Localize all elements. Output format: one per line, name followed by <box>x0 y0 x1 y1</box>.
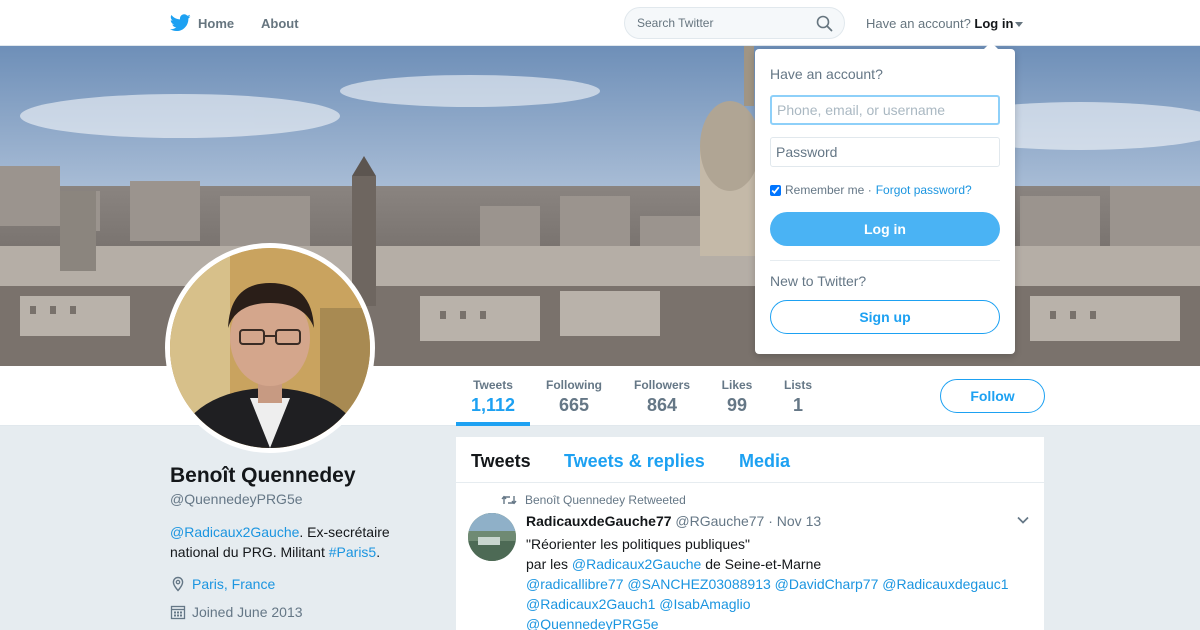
stat-value: 864 <box>646 395 678 415</box>
location-pin-icon <box>172 576 184 592</box>
bio-hashtag-link[interactable]: #Paris5 <box>329 544 376 560</box>
stat-followers[interactable]: Followers 864 <box>624 366 700 426</box>
nav-home-label: Home <box>198 15 235 31</box>
remember-me-checkbox[interactable] <box>770 184 781 196</box>
signup-button[interactable]: Sign up <box>770 300 1000 334</box>
tweet-line-2: par les @Radicaux2Gauche de Seine-et-Mar… <box>526 554 1026 574</box>
login-button[interactable]: Log in <box>770 212 1000 246</box>
search-icon[interactable] <box>816 15 833 32</box>
joined-date: Joined June 2013 <box>192 604 303 620</box>
profile-handle: @QuennedeyPRG5e <box>170 491 303 507</box>
forgot-password-link[interactable]: Forgot password? <box>876 183 972 197</box>
tweet-mention-link[interactable]: @Radicaux2Gauche <box>572 556 701 572</box>
tweet-mentions-2[interactable]: @Radicaux2Gauch1 @IsabAmaglio <box>526 594 1026 614</box>
username-field[interactable] <box>770 95 1000 125</box>
nav-home-link[interactable]: Home <box>170 12 234 34</box>
profile-name: Benoît Quennedey <box>170 464 356 487</box>
tweet-avatar[interactable] <box>468 513 516 561</box>
new-to-twitter-label: New to Twitter? <box>770 273 867 289</box>
stat-value: 665 <box>558 395 590 415</box>
tweet-line-1: "Réorienter les politiques publiques" <box>526 536 750 552</box>
profile-bio: @Radicaux2Gauche. Ex-secrétaire national… <box>170 522 420 562</box>
stat-value: 99 <box>726 395 748 415</box>
chevron-down-icon[interactable] <box>1016 513 1030 527</box>
login-dropdown: Have an account? Remember me · Forgot pa… <box>755 42 1015 354</box>
stat-label: Following <box>546 378 602 392</box>
stat-value: 1 <box>792 395 803 415</box>
tweet-mentions-1[interactable]: @radicallibre77 @SANCHEZ03088913 @DavidC… <box>526 574 1026 594</box>
nav-about-link[interactable]: About <box>261 16 299 31</box>
twitter-bird-icon <box>170 14 191 32</box>
dropdown-arrow <box>983 42 999 50</box>
location-link[interactable]: Paris, France <box>192 576 275 592</box>
avatar[interactable] <box>165 243 375 453</box>
calendar-icon <box>170 605 186 620</box>
dropdown-title: Have an account? <box>770 66 883 82</box>
profile-location: Paris, France <box>170 576 275 592</box>
divider <box>770 260 1000 261</box>
follow-button[interactable]: Follow <box>940 379 1045 413</box>
tab-tweets[interactable]: Tweets <box>471 451 531 472</box>
login-dropdown-toggle[interactable]: Log in <box>974 16 1024 31</box>
stat-tweets[interactable]: Tweets 1,112 <box>456 366 530 426</box>
tweet-author-name[interactable]: RadicauxdeGauche77 <box>526 513 672 529</box>
tab-media[interactable]: Media <box>739 451 790 472</box>
tweet-line-2-pre: par les <box>526 556 572 572</box>
timeline-tabs: Tweets Tweets & replies Media <box>456 437 1044 483</box>
stat-lists[interactable]: Lists 1 <box>776 366 820 426</box>
stat-label: Lists <box>783 378 812 392</box>
search-box[interactable] <box>624 7 845 39</box>
avatar-image <box>170 248 370 448</box>
stat-label: Likes <box>721 378 753 392</box>
caret-down-icon <box>1015 22 1024 28</box>
retweeted-by[interactable]: Benoît Quennedey Retweeted <box>525 493 686 507</box>
login-label: Log in <box>974 16 1014 31</box>
tab-tweets-replies[interactable]: Tweets & replies <box>564 451 705 472</box>
profile-joined: Joined June 2013 <box>170 604 303 620</box>
tweet-author-handle[interactable]: @RGauche77 <box>675 513 764 529</box>
password-field[interactable] <box>770 137 1000 167</box>
account-prompt: Have an account? Log in <box>866 16 1024 31</box>
tweet-header: RadicauxdeGauche77 @RGauche77 · Nov 13 <box>526 513 821 529</box>
tweet-date[interactable]: · Nov 13 <box>768 513 821 529</box>
stat-label: Followers <box>633 378 690 392</box>
retweet-context: Benoît Quennedey Retweeted <box>501 493 686 507</box>
stat-following[interactable]: Following 665 <box>536 366 612 426</box>
remember-me-label[interactable]: Remember me · <box>785 183 872 197</box>
have-account-label: Have an account? <box>866 16 971 31</box>
tweet-text: "Réorienter les politiques publiques" pa… <box>526 534 1026 630</box>
stat-value: 1,112 <box>470 395 516 415</box>
tweet-avatar-image <box>468 513 516 561</box>
remember-row: Remember me · Forgot password? <box>770 183 972 197</box>
timeline: Tweets Tweets & replies Media Benoît Que… <box>456 437 1044 630</box>
top-navigation: Home About Have an account? Log in <box>0 0 1200 46</box>
retweet-icon <box>501 495 517 505</box>
stat-label: Tweets <box>473 378 513 392</box>
search-input[interactable] <box>625 8 805 38</box>
bio-end: . <box>376 544 381 560</box>
bio-mention-link[interactable]: @Radicaux2Gauche <box>170 524 299 540</box>
stat-likes[interactable]: Likes 99 <box>712 366 762 426</box>
tweet-line-2-post: de Seine-et-Marne <box>701 556 822 572</box>
tweet-mentions-3[interactable]: @QuennedeyPRG5e <box>526 614 1026 630</box>
